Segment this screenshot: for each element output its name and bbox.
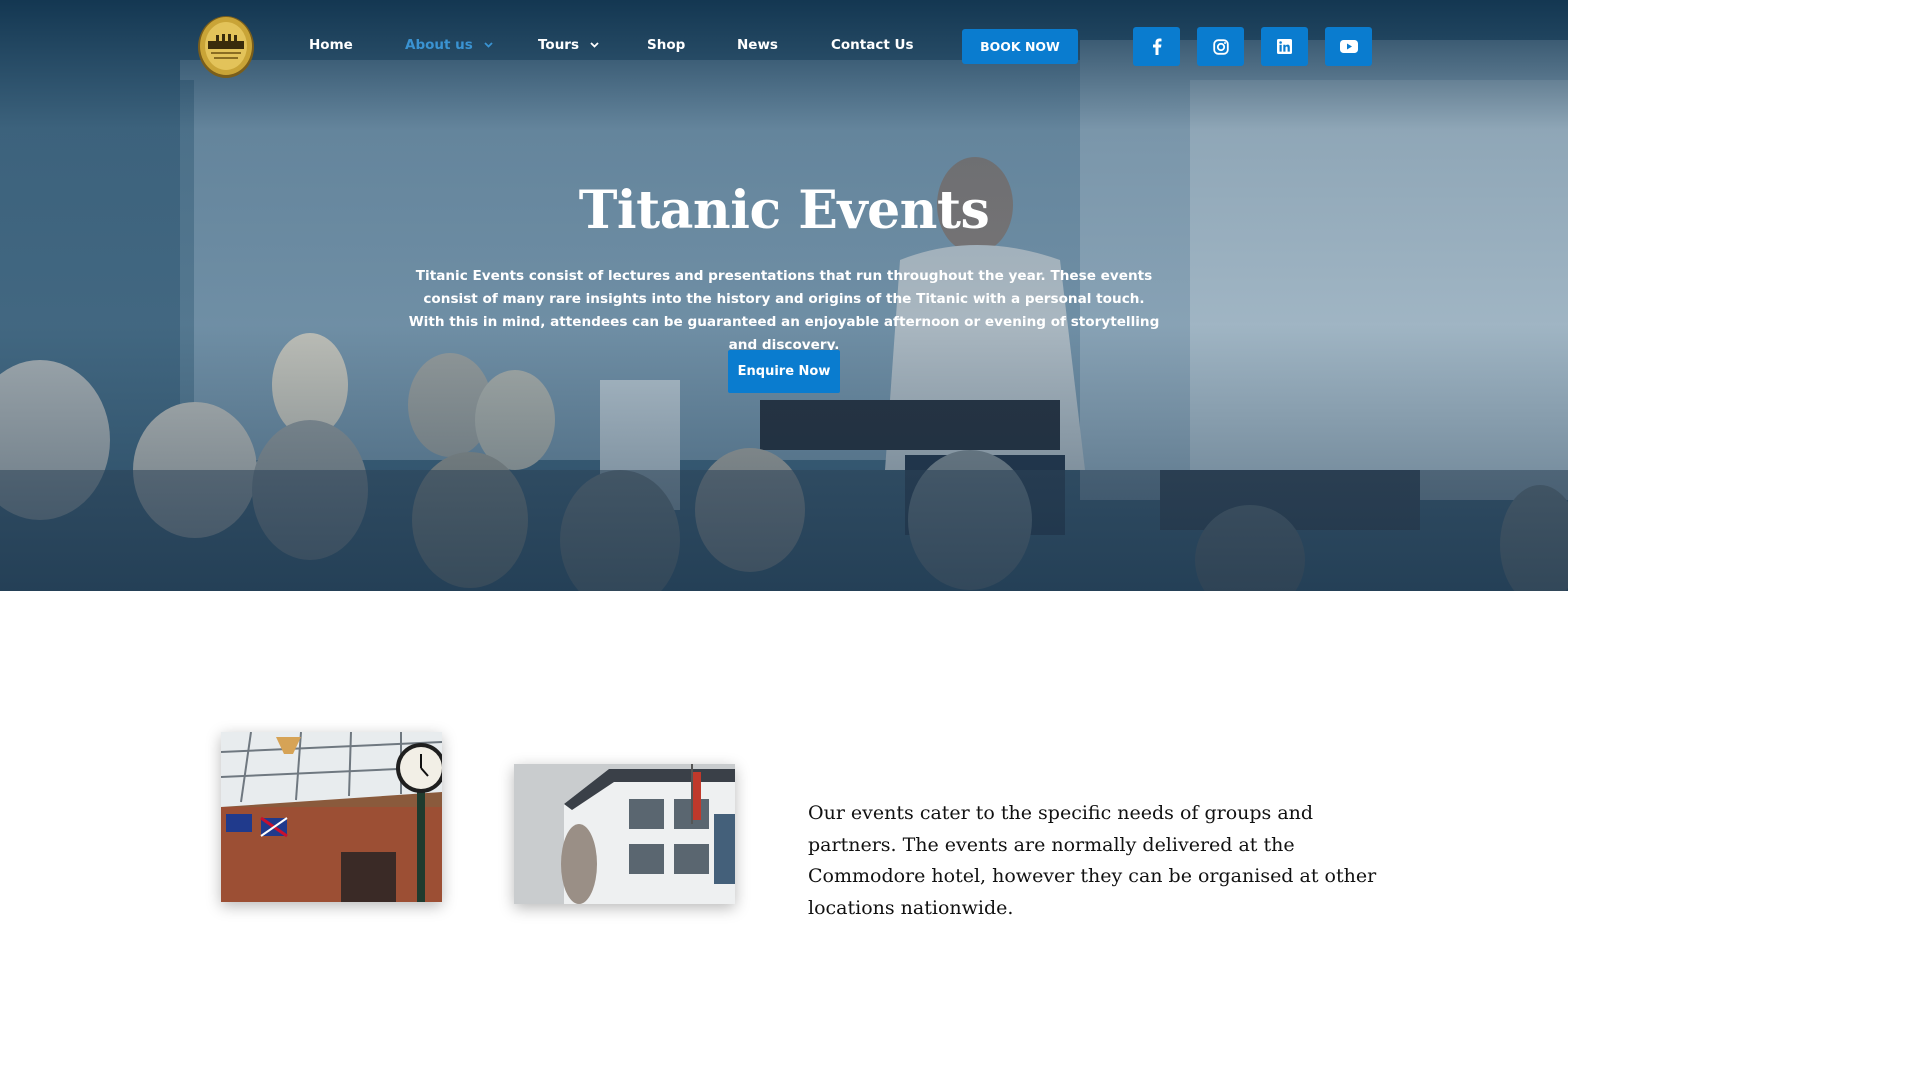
nav-about-us-label: About us [405, 37, 473, 53]
nav-home-label: Home [309, 37, 353, 53]
enquire-now-button[interactable]: Enquire Now [728, 350, 840, 393]
nav-tours-label: Tours [538, 37, 579, 53]
nav-news-label: News [737, 37, 778, 53]
nav-news[interactable]: News [737, 37, 778, 53]
instagram-button[interactable] [1197, 27, 1244, 66]
nav-about-us[interactable]: About us [405, 37, 493, 53]
enquire-now-label: Enquire Now [737, 364, 831, 379]
site-header: Home About us Tours Shop News Contact Us… [0, 0, 1568, 92]
nav-shop-label: Shop [647, 37, 686, 53]
instagram-icon [1212, 38, 1229, 55]
linkedin-icon [1277, 39, 1292, 54]
book-now-label: BOOK NOW [980, 39, 1060, 54]
facebook-icon [1152, 38, 1161, 55]
page-title: Titanic Events [578, 180, 990, 241]
event-photo-hotel [514, 764, 735, 904]
site-logo[interactable] [197, 10, 255, 78]
facebook-button[interactable] [1133, 27, 1180, 66]
nav-home[interactable]: Home [309, 37, 353, 53]
book-now-button[interactable]: BOOK NOW [962, 29, 1078, 64]
events-description: Our events cater to the specific needs o… [808, 802, 1377, 919]
linkedin-button[interactable] [1261, 27, 1308, 66]
hero-description: Titanic Events consist of lectures and p… [408, 268, 1160, 353]
nav-contact-us-label: Contact Us [831, 37, 914, 53]
hotel-photo [514, 764, 735, 904]
nav-contact-us[interactable]: Contact Us [831, 37, 914, 53]
youtube-button[interactable] [1325, 27, 1372, 66]
event-photo-station [221, 732, 442, 902]
station-photo [221, 732, 442, 902]
nav-shop[interactable]: Shop [647, 37, 685, 53]
youtube-icon [1339, 40, 1358, 53]
chevron-down-icon [590, 42, 599, 48]
nav-tours[interactable]: Tours [538, 37, 599, 53]
chevron-down-icon [483, 42, 493, 48]
